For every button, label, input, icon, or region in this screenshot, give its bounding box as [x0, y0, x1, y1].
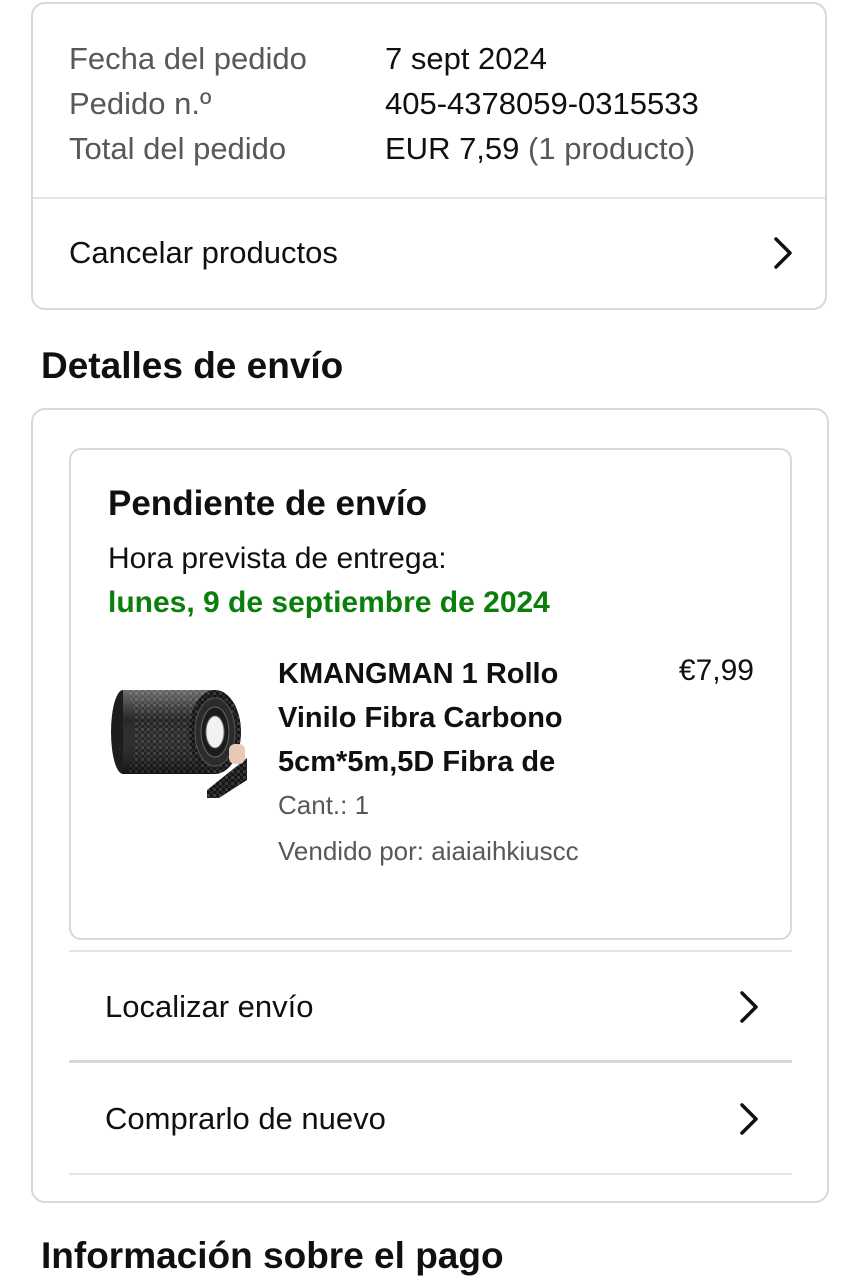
product-seller: Vendido por: aiaiaihkiuscc [278, 836, 579, 866]
chevron-right-icon [769, 235, 797, 271]
product-image[interactable] [111, 662, 247, 798]
shipping-details-title: Detalles de envío [41, 345, 344, 386]
delivery-estimate-date: lunes, 9 de septiembre de 2024 [108, 586, 550, 619]
order-total-label: Total del pedido [69, 130, 287, 166]
order-total-items: (1 producto) [528, 130, 696, 166]
product-title-line: 5cm*5m,5D Fibra de [278, 746, 556, 778]
order-date-label: Fecha del pedido [69, 40, 307, 76]
order-total-value: EUR 7,59 (1 producto) [385, 131, 695, 167]
shipment-status: Pendiente de envío [108, 484, 427, 523]
track-package-row[interactable]: Localizar envío [105, 953, 763, 1061]
divider [69, 1173, 792, 1175]
divider [69, 1060, 792, 1063]
product-title-line: KMANGMAN 1 Rollo [278, 658, 559, 690]
product-title-line: Vinilo Fibra Carbono [278, 702, 563, 734]
cancel-products-row[interactable]: Cancelar productos [69, 199, 797, 307]
divider [69, 950, 792, 952]
order-number-row: Pedido n.º 405-4378059-0315533 [69, 81, 699, 126]
order-number-label: Pedido n.º [69, 85, 212, 121]
chevron-right-icon [735, 989, 763, 1025]
chevron-right-icon [735, 1101, 763, 1137]
product-quantity: Cant.: 1 [278, 790, 370, 820]
order-total-row: Total del pedido EUR 7,59 (1 producto) [69, 126, 699, 171]
cancel-products-label: Cancelar productos [69, 235, 338, 270]
track-package-label: Localizar envío [105, 989, 314, 1024]
payment-info-title: Información sobre el pago [41, 1235, 504, 1276]
order-date-value: 7 sept 2024 [385, 40, 548, 76]
order-details-page: Fecha del pedido 7 sept 2024 Pedido n.º … [0, 0, 858, 1280]
buy-again-row[interactable]: Comprarlo de nuevo [105, 1065, 763, 1173]
shipping-details-card: Pendiente de envío Hora prevista de entr… [31, 408, 829, 1203]
order-total-amount: EUR 7,59 [385, 130, 520, 166]
order-date-row: Fecha del pedido 7 sept 2024 [69, 36, 699, 81]
order-summary-rows: Fecha del pedido 7 sept 2024 Pedido n.º … [69, 36, 699, 171]
shipment-box: Pendiente de envío Hora prevista de entr… [69, 448, 792, 940]
order-number-value: 405-4378059-0315533 [385, 85, 699, 121]
buy-again-label: Comprarlo de nuevo [105, 1101, 386, 1136]
product-title[interactable]: KMANGMAN 1 Rollo Vinilo Fibra Carbono 5c… [278, 652, 618, 784]
order-summary-card: Fecha del pedido 7 sept 2024 Pedido n.º … [31, 2, 827, 310]
delivery-estimate-label: Hora prevista de entrega: [108, 542, 447, 575]
product-price: €7,99 [678, 654, 754, 687]
